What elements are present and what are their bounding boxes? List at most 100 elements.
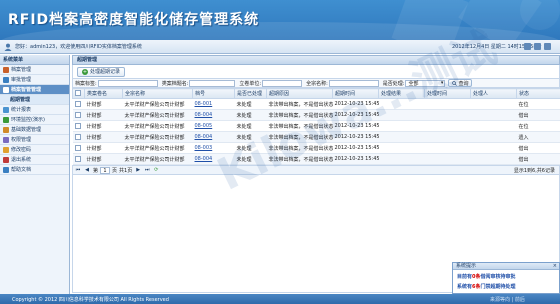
sidebar-item-0[interactable]: 档案管理 [0,65,69,75]
search-button[interactable]: 查询 [448,79,473,87]
archive-code-link[interactable]: 08-003 [195,145,213,151]
toolbar: + 处理超期记录 [72,65,560,78]
logout-icon[interactable] [544,43,551,50]
sidebar-item-label: 修改密码 [11,147,32,153]
empty-cell [424,153,471,165]
empty-cell [378,109,425,121]
page-title: 超期管理 [72,55,560,65]
archive-code-link[interactable]: 08-004 [195,134,213,140]
banner-decoration-shapes [391,0,560,40]
next-page-icon[interactable]: ▶ [135,167,141,173]
sidebar-item-8[interactable]: 修改密码 [0,145,69,155]
refresh-icon[interactable]: ⟳ [153,167,159,173]
sidebar-item-label: 超期管理 [10,97,31,103]
sidebar-item-1[interactable]: 审批管理 [0,75,69,85]
time-cell: 2012-10-23 15:45:57 [332,131,379,143]
footer: Copyright © 2012 四川信息科学技术有限公司 All Rights… [0,294,560,304]
table-row[interactable]: 计财部 太平洋财产保险公司计财部 08-004 未处理 非法带出档案，不是借出状态 201… [72,109,560,121]
prev-page-icon[interactable]: ◀ [84,167,90,173]
row-checkbox[interactable] [74,122,81,129]
first-page-icon[interactable]: ⏮ [75,167,81,173]
sidebar-item-2[interactable]: 档案智管管理 [0,85,69,95]
home-icon[interactable] [524,43,531,50]
sidebar-item-7[interactable]: 权限管理 [0,135,69,145]
sidebar-item-10[interactable]: 帮助文档 [0,165,69,175]
total-pages: 共1页 [119,167,133,174]
archive-code-cell: 08-001 [192,98,235,110]
sidebar-item-5[interactable]: 环境监控(演示) [0,115,69,125]
process-overdue-label: 处理超期记录 [90,69,121,75]
category-input[interactable] [189,79,236,87]
archive-code-cell: 08-003 [192,142,235,154]
header-actions [524,43,551,50]
empty-cell [470,98,517,110]
archive-code-link[interactable]: 08-004 [195,156,213,162]
popup-line2-prefix: 系统有 [457,284,473,290]
sidebar-item-label: 帮助文档 [11,167,32,173]
time-cell: 2012-10-23 15:45:42 [332,142,379,154]
archive-code-cell: 08-005 [192,120,235,132]
reason-cell: 非法带出档案，不是借出状态 [266,142,333,154]
row-select-cell [72,142,85,154]
issuer-input[interactable] [262,79,303,87]
column-header: 处理时间 [424,88,471,99]
table-row[interactable]: 计财部 太平洋财产保险公司计财部 08-004 未处理 非法带出档案，不是借出状态 201… [72,131,560,143]
name-cell: 计财部 [84,142,123,154]
fonds-cell: 太平洋财产保险公司计财部 [122,109,193,121]
time-cell: 2012-10-23 15:45:57 [332,109,379,121]
empty-cell [470,131,517,143]
empty-cell [424,98,471,110]
row-checkbox[interactable] [74,100,81,107]
table-row[interactable]: 计财部 太平洋财产保险公司计财部 08-004 未处理 非法带出档案，不是借出状态 201… [72,153,560,165]
main-panel: 超期管理 + 处理超期记录 档案标签: 类案档题名: 立卷单位: 全宗名称: 是… [72,55,560,295]
row-checkbox[interactable] [74,111,81,118]
fonds-cell: 太平洋财产保险公司计财部 [122,153,193,165]
empty-cell [424,142,471,154]
archive-code-cell: 08-004 [192,109,235,121]
archive-code-link[interactable]: 08-004 [195,112,213,118]
archive-code-link[interactable]: 08-005 [195,123,213,129]
popup-line1-prefix: 目前有 [457,274,473,280]
sidebar-item-label: 档案智管管理 [11,87,42,93]
row-select-cell [72,109,85,121]
column-header: 处理结果 [378,88,425,99]
sidebar-menu: 档案管理审批管理档案智管管理 超期管理统计报表环境监控(演示) 基础数据管理权限管理… [0,65,69,175]
copyright-text: Copyright © 2012 四川信息科学技术有限公司 All Rights… [12,296,169,303]
sidebar-item-label: 基础数据管理 [11,127,42,133]
issuer-label: 立卷单位: [239,80,262,87]
archive-code-link[interactable]: 08-001 [195,101,213,107]
fonds-cell: 太平洋财产保险公司计财部 [122,142,193,154]
row-checkbox[interactable] [74,155,81,162]
close-icon[interactable]: × [553,263,557,270]
column-header: 是否已处理 [234,88,267,99]
row-checkbox[interactable] [74,144,81,151]
sidebar-item-label: 统计报表 [11,107,32,113]
sidebar-item-6[interactable]: 基础数据管理 [0,125,69,135]
reason-cell: 非法带出档案，不是借出状态 [266,109,333,121]
fonds-cell: 太平洋财产保险公司计财部 [122,120,193,132]
row-select-cell [72,131,85,143]
settings-icon[interactable] [534,43,541,50]
search-icon [452,80,458,86]
sidebar-item-9[interactable]: 退出系统 [0,155,69,165]
popup-line-overdue[interactable]: 系统有6条门禁超期待处理 [453,283,559,290]
table-row[interactable]: 计财部 太平洋财产保险公司计财部 08-005 未处理 非法带出档案，不是借出状态 201… [72,120,560,132]
overdue-table: 类案卷名 全宗名称 档号 是否已处理 超期原因 超期时间 处理结果 处理时间 处理人 状态 计财部… [72,88,560,165]
page-input[interactable]: 1 [100,166,111,174]
archive-input[interactable] [97,79,158,87]
last-page-icon[interactable]: ⏭ [144,167,150,173]
sidebar-item-4[interactable]: 统计报表 [0,105,69,115]
popup-line-approval[interactable]: 目前有0条借阅审核待审批 [453,273,559,280]
process-overdue-button[interactable]: + 处理超期记录 [77,66,126,77]
user-info-bar: 您好：admin123，欢迎使用四川RFID实体档案管理系统 2012年12月4… [0,40,560,54]
column-header: 超期原因 [266,88,333,99]
table-row[interactable]: 计财部 太平洋财产保险公司计财部 08-003 未处理 非法带出档案，不是借出状态 201… [72,142,560,154]
processed-select[interactable]: 全部 [405,79,446,87]
table-row[interactable]: 计财部 太平洋财产保险公司计财部 08-001 未处理 非法带出档案，不是借出状态 201… [72,98,560,110]
column-header [72,88,85,99]
row-checkbox[interactable] [74,133,81,140]
full-name-input[interactable] [328,79,379,87]
select-all-checkbox[interactable] [75,90,81,97]
sidebar-item-3[interactable]: 超期管理 [0,95,69,105]
sidebar-item-label: 档案管理 [11,67,32,73]
